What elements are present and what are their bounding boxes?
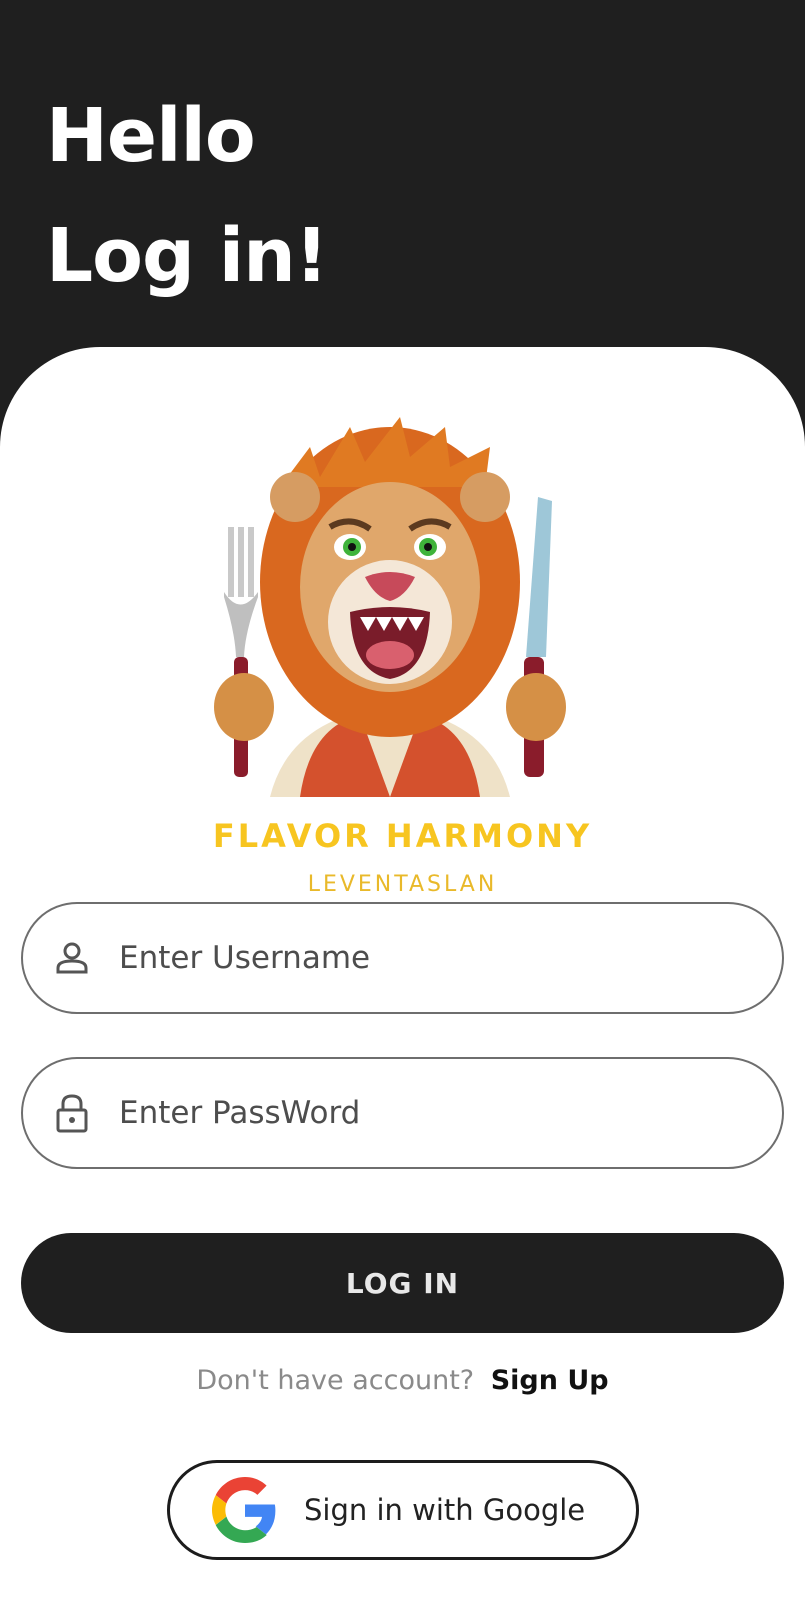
password-placeholder: Enter PassWord	[119, 1095, 361, 1131]
signup-link[interactable]: Sign Up	[491, 1365, 609, 1396]
password-field[interactable]: Enter PassWord	[21, 1057, 784, 1169]
username-placeholder: Enter Username	[119, 940, 371, 976]
login-card: FLAVOR HARMONY LEVENTASLAN Enter Usernam…	[0, 347, 805, 1600]
brand-title: FLAVOR HARMONY	[212, 817, 593, 855]
person-icon	[52, 938, 92, 978]
greeting-line-2: Log in!	[46, 213, 329, 299]
greeting-line-1: Hello	[46, 93, 256, 179]
signup-prompt: Don't have account? Sign Up	[0, 1365, 805, 1396]
lock-icon	[52, 1093, 92, 1133]
signup-question: Don't have account?	[196, 1365, 475, 1396]
google-g-icon	[212, 1477, 276, 1543]
lion-chef-logo	[214, 417, 566, 797]
username-field[interactable]: Enter Username	[21, 902, 784, 1014]
login-screen: Hello Log in! FLAVOR HARMONY LEVENTASLAN…	[0, 0, 805, 1600]
greeting-header: Hello Log in!	[46, 76, 329, 316]
google-signin-label: Sign in with Google	[304, 1493, 586, 1527]
brand-subtitle: LEVENTASLAN	[307, 872, 498, 897]
google-signin-button[interactable]: Sign in with Google	[167, 1460, 639, 1560]
login-button[interactable]: LOG IN	[21, 1233, 784, 1333]
